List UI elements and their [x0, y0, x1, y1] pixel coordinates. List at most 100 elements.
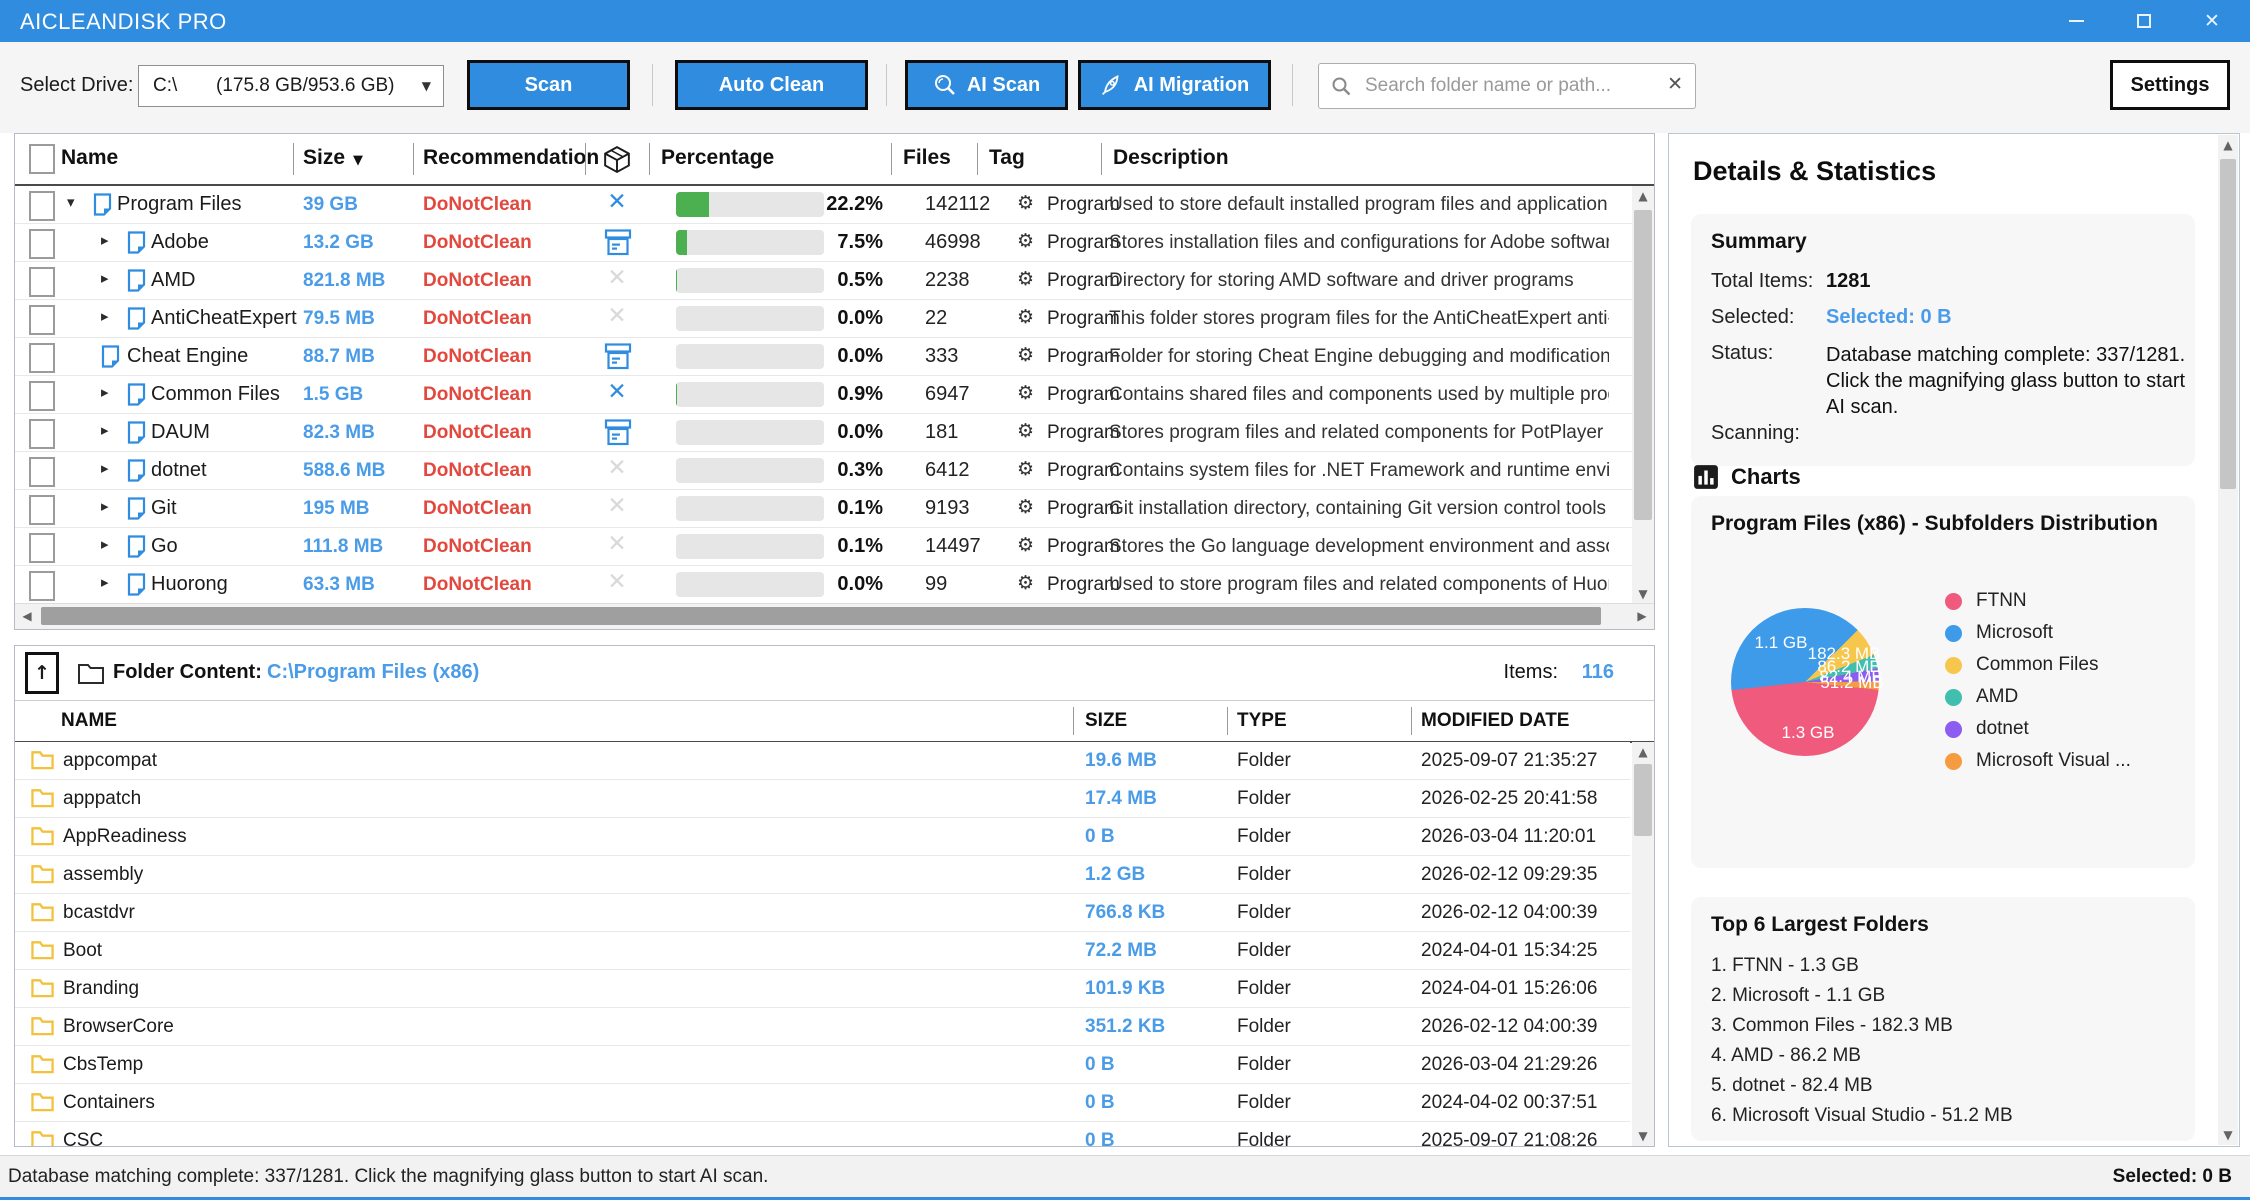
column-header-size[interactable]: Size▼	[303, 146, 363, 170]
no-clean-icon[interactable]: ✕	[603, 189, 631, 215]
toolbar-divider	[1292, 64, 1293, 106]
ai-migration-button[interactable]: AI Migration	[1078, 60, 1271, 110]
scroll-down-icon[interactable]: ▼	[1638, 587, 1647, 601]
list-item[interactable]: assembly 1.2 GB Folder 2026-02-12 09:29:…	[15, 856, 1630, 894]
list-item[interactable]: Branding 101.9 KB Folder 2024-04-01 15:2…	[15, 970, 1630, 1008]
list-item[interactable]: Boot 72.2 MB Folder 2024-04-01 15:34:25	[15, 932, 1630, 970]
table-row[interactable]: ▸ AMD 821.8 MB DoNotClean ✕ 0.5% 2238 ⚙ …	[15, 262, 1632, 300]
column-header-recommendation[interactable]: Recommendation	[423, 146, 599, 170]
scrollbar-thumb[interactable]	[2220, 159, 2236, 489]
scroll-up-icon[interactable]: ▲	[2223, 138, 2232, 152]
settings-button[interactable]: Settings	[2110, 60, 2230, 110]
table-row[interactable]: ▸ Git 195 MB DoNotClean ✕ 0.1% 9193 ⚙ Pr…	[15, 490, 1632, 528]
expand-icon[interactable]: ▸	[101, 497, 109, 515]
column-header-files[interactable]: Files	[903, 146, 951, 170]
percentage-value: 0.0%	[801, 573, 883, 596]
archive-action-icon[interactable]	[604, 419, 632, 446]
horizontal-scrollbar[interactable]: ◀ ▶	[15, 603, 1654, 629]
column-header-name[interactable]: Name	[61, 146, 118, 170]
scroll-right-icon[interactable]: ▶	[1637, 609, 1646, 623]
archive-action-icon[interactable]	[604, 343, 632, 370]
ai-scan-button[interactable]: AI Scan	[905, 60, 1068, 110]
column-header-tag[interactable]: Tag	[989, 146, 1025, 170]
column-header-percentage[interactable]: Percentage	[661, 146, 774, 170]
column-header-type[interactable]: TYPE	[1237, 710, 1287, 732]
scroll-left-icon[interactable]: ◀	[22, 609, 31, 623]
list-item[interactable]: BrowserCore 351.2 KB Folder 2026-02-12 0…	[15, 1008, 1630, 1046]
vertical-scrollbar[interactable]: ▲ ▼	[2218, 135, 2238, 1145]
row-checkbox[interactable]	[29, 419, 55, 449]
table-row[interactable]: Cheat Engine 88.7 MB DoNotClean 0.0% 333…	[15, 338, 1632, 376]
row-checkbox[interactable]	[29, 191, 55, 221]
search-input[interactable]	[1363, 71, 1647, 101]
scroll-down-icon[interactable]: ▼	[2223, 1128, 2232, 1142]
row-checkbox[interactable]	[29, 267, 55, 297]
expand-icon[interactable]: ▸	[101, 269, 109, 287]
table-row[interactable]: ▸ DAUM 82.3 MB DoNotClean 0.0% 181 ⚙ Pro…	[15, 414, 1632, 452]
no-clean-icon[interactable]: ✕	[603, 303, 631, 329]
scroll-down-icon[interactable]: ▼	[1638, 1129, 1647, 1143]
table-row[interactable]: ▸ Huorong 63.3 MB DoNotClean ✕ 0.0% 99 ⚙…	[15, 566, 1632, 604]
table-row[interactable]: ▸ Go 111.8 MB DoNotClean ✕ 0.1% 14497 ⚙ …	[15, 528, 1632, 566]
scrollbar-thumb[interactable]	[41, 607, 1601, 625]
search-clear-icon[interactable]: ✕	[1667, 73, 1683, 95]
row-checkbox[interactable]	[29, 571, 55, 601]
scan-button[interactable]: Scan	[467, 60, 630, 110]
files-count: 9193	[925, 497, 970, 520]
row-checkbox[interactable]	[29, 229, 55, 259]
list-item[interactable]: apppatch 17.4 MB Folder 2026-02-25 20:41…	[15, 780, 1630, 818]
table-row[interactable]: ▾ Program Files 39 GB DoNotClean ✕ 22.2%…	[15, 186, 1632, 224]
auto-clean-button[interactable]: Auto Clean	[675, 60, 868, 110]
folder-icon	[31, 864, 54, 884]
list-item[interactable]: AppReadiness 0 B Folder 2026-03-04 11:20…	[15, 818, 1630, 856]
close-button[interactable]: ✕	[2178, 0, 2246, 42]
expand-icon[interactable]: ▸	[101, 421, 109, 439]
scrollbar-thumb[interactable]	[1634, 210, 1652, 520]
no-clean-icon[interactable]: ✕	[603, 455, 631, 481]
list-item[interactable]: CSC 0 B Folder 2025-09-07 21:08:26	[15, 1122, 1630, 1146]
table-row[interactable]: ▸ Adobe 13.2 GB DoNotClean 7.5% 46998 ⚙ …	[15, 224, 1632, 262]
no-clean-icon[interactable]: ✕	[603, 379, 631, 405]
list-item[interactable]: Containers 0 B Folder 2024-04-02 00:37:5…	[15, 1084, 1630, 1122]
maximize-button[interactable]	[2110, 0, 2178, 42]
expand-icon[interactable]: ▸	[101, 459, 109, 477]
expand-icon[interactable]: ▸	[101, 383, 109, 401]
scroll-up-icon[interactable]: ▲	[1638, 189, 1647, 203]
no-clean-icon[interactable]: ✕	[603, 531, 631, 557]
table-row[interactable]: ▸ Common Files 1.5 GB DoNotClean ✕ 0.9% …	[15, 376, 1632, 414]
vertical-scrollbar[interactable]: ▲ ▼	[1632, 742, 1654, 1146]
expand-icon[interactable]: ▸	[101, 535, 109, 553]
column-header-modified-date[interactable]: MODIFIED DATE	[1421, 710, 1569, 732]
column-header-description[interactable]: Description	[1113, 146, 1229, 170]
expand-icon[interactable]: ▾	[67, 193, 75, 211]
row-checkbox[interactable]	[29, 457, 55, 487]
expand-icon[interactable]: ▸	[101, 231, 109, 249]
no-clean-icon[interactable]: ✕	[603, 265, 631, 291]
folder-content-header: ↑ Folder Content: C:\Program Files (x86)…	[15, 646, 1654, 700]
row-checkbox[interactable]	[29, 533, 55, 563]
scroll-up-icon[interactable]: ▲	[1638, 745, 1647, 759]
column-header-size[interactable]: SIZE	[1085, 710, 1127, 732]
table-row[interactable]: ▸ dotnet 588.6 MB DoNotClean ✕ 0.3% 6412…	[15, 452, 1632, 490]
column-header-name[interactable]: NAME	[61, 710, 117, 732]
list-item[interactable]: appcompat 19.6 MB Folder 2025-09-07 21:3…	[15, 742, 1630, 780]
row-checkbox[interactable]	[29, 305, 55, 335]
scrollbar-thumb[interactable]	[1634, 764, 1652, 836]
no-clean-icon[interactable]: ✕	[603, 493, 631, 519]
table-row[interactable]: ▸ AntiCheatExpert 79.5 MB DoNotClean ✕ 0…	[15, 300, 1632, 338]
row-checkbox[interactable]	[29, 381, 55, 411]
go-up-button[interactable]: ↑	[25, 652, 59, 694]
row-checkbox[interactable]	[29, 495, 55, 525]
folder-content-path[interactable]: C:\Program Files (x86)	[267, 661, 479, 684]
minimize-button[interactable]	[2042, 0, 2110, 42]
row-checkbox[interactable]	[29, 343, 55, 373]
list-item[interactable]: CbsTemp 0 B Folder 2026-03-04 21:29:26	[15, 1046, 1630, 1084]
select-all-checkbox[interactable]	[29, 144, 55, 174]
no-clean-icon[interactable]: ✕	[603, 569, 631, 595]
archive-action-icon[interactable]	[604, 229, 632, 256]
list-item[interactable]: bcastdvr 766.8 KB Folder 2026-02-12 04:0…	[15, 894, 1630, 932]
expand-icon[interactable]: ▸	[101, 307, 109, 325]
expand-icon[interactable]: ▸	[101, 573, 109, 591]
drive-select-dropdown[interactable]: C:\ (175.8 GB/953.6 GB) ▼	[138, 65, 444, 107]
vertical-scrollbar[interactable]: ▲ ▼	[1632, 186, 1654, 604]
